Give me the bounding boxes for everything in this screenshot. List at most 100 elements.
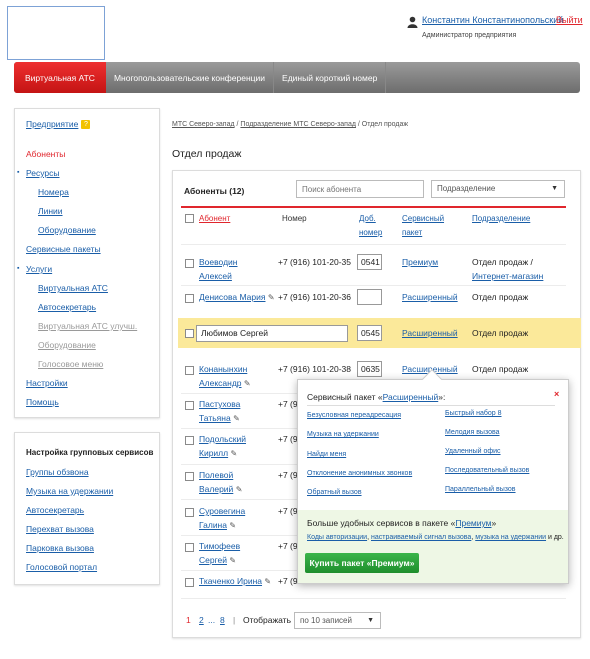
department-link[interactable]: Интернет-магазин bbox=[472, 270, 543, 283]
sidebar-item-virtual-pbx[interactable]: Виртуальная АТС bbox=[38, 283, 108, 293]
row-checkbox[interactable] bbox=[185, 259, 194, 268]
edit-pencil-icon[interactable]: ✎ bbox=[236, 485, 243, 494]
col-header-abonent[interactable]: Абонент bbox=[199, 214, 230, 223]
buy-premium-button[interactable]: Купить пакет «Премиум» bbox=[305, 553, 419, 573]
row-checkbox[interactable] bbox=[185, 508, 194, 517]
group-service-link[interactable]: Автосекретарь bbox=[26, 505, 84, 515]
breadcrumb-item[interactable]: МТС Северо-запад bbox=[172, 121, 235, 128]
abonent-name[interactable]: Кирилл ✎ bbox=[199, 447, 237, 460]
abonent-name-input[interactable]: Любимов Сергей bbox=[196, 325, 348, 342]
group-service-link[interactable]: Голосовой портал bbox=[26, 562, 97, 572]
service-link[interactable]: Последовательный вызов bbox=[445, 467, 529, 474]
abonent-name-link[interactable]: Галина bbox=[199, 520, 227, 530]
page-link[interactable]: 2 bbox=[199, 615, 204, 625]
sidebar-item-enterprise[interactable]: Предприятие? bbox=[26, 119, 91, 129]
row-checkbox[interactable] bbox=[185, 294, 194, 303]
sidebar-item-resources[interactable]: Ресурсы bbox=[26, 168, 60, 178]
page-link-last[interactable]: 8 bbox=[220, 615, 225, 625]
abonent-name[interactable]: Ткаченко Ирина ✎ bbox=[199, 575, 271, 588]
abonent-name[interactable]: Татьяна ✎ bbox=[199, 412, 240, 425]
sidebar-item-equipment[interactable]: Оборудование bbox=[38, 225, 96, 235]
abonent-name-link[interactable]: Кирилл bbox=[199, 448, 228, 458]
service-link[interactable]: Мелодия вызова bbox=[445, 429, 500, 436]
edit-pencil-icon[interactable]: ✎ bbox=[244, 379, 251, 388]
logout-link[interactable]: Выйти bbox=[556, 15, 583, 25]
row-checkbox[interactable] bbox=[185, 472, 194, 481]
ext-number-input[interactable]: 0541 bbox=[357, 254, 382, 270]
abonent-name[interactable]: Валерий ✎ bbox=[199, 483, 242, 496]
group-service-link[interactable]: Перехват вызова bbox=[26, 524, 94, 534]
abonent-name-link[interactable]: Алексей bbox=[199, 270, 232, 283]
abonent-name-link[interactable]: Ткаченко Ирина bbox=[199, 576, 262, 586]
service-link[interactable]: Музыка на удержании bbox=[307, 431, 379, 438]
abonent-name-link[interactable]: Александр bbox=[199, 378, 242, 388]
sidebar-item-help[interactable]: Помощь bbox=[26, 397, 59, 407]
abonent-name[interactable]: Галина ✎ bbox=[199, 519, 236, 532]
service-link[interactable]: Отклонение анонимных звонков bbox=[307, 470, 412, 477]
edit-pencil-icon[interactable]: ✎ bbox=[229, 521, 236, 530]
sidebar-item-voice-menu[interactable]: Голосовое меню bbox=[38, 359, 103, 369]
row-checkbox[interactable] bbox=[185, 578, 194, 587]
sidebar-item-virtual-pbx-plus[interactable]: Виртуальная АТС улучш. bbox=[38, 321, 137, 331]
feature-link[interactable]: настраиваемый сигнал вызова bbox=[371, 534, 471, 541]
sidebar-item-service-packages[interactable]: Сервисные пакеты bbox=[26, 244, 101, 254]
premium-link[interactable]: Премиум bbox=[455, 518, 491, 528]
sidebar-item-equipment-2[interactable]: Оборудование bbox=[38, 340, 96, 350]
sidebar-item-services[interactable]: Услуги bbox=[26, 264, 52, 274]
edit-pencil-icon[interactable]: ✎ bbox=[229, 556, 236, 565]
abonent-name-link[interactable]: Денисова Мария bbox=[199, 292, 266, 302]
col-header-ext-2[interactable]: номер bbox=[359, 228, 382, 237]
breadcrumb-item[interactable]: Подразделение МТС Северо-запад bbox=[240, 121, 356, 128]
package-link[interactable]: Расширенный bbox=[402, 291, 458, 304]
service-link[interactable]: Параллельный вызов bbox=[445, 486, 516, 493]
ext-number-input[interactable] bbox=[357, 289, 382, 305]
col-header-package[interactable]: Сервисный bbox=[402, 214, 444, 223]
abonent-name-link[interactable]: Татьяна bbox=[199, 413, 231, 423]
abonent-name-link[interactable]: Суровегина bbox=[199, 505, 245, 518]
service-link[interactable]: Безусловная переадресация bbox=[307, 412, 401, 419]
row-checkbox[interactable] bbox=[185, 366, 194, 375]
select-all-checkbox[interactable] bbox=[185, 214, 194, 223]
abonent-name[interactable]: Денисова Мария ✎ bbox=[199, 291, 275, 304]
row-checkbox[interactable] bbox=[185, 436, 194, 445]
abonent-name[interactable]: Александр ✎ bbox=[199, 377, 251, 390]
col-header-package-2[interactable]: пакет bbox=[402, 228, 422, 237]
edit-pencil-icon[interactable]: ✎ bbox=[230, 449, 237, 458]
package-name-link[interactable]: Расширенный bbox=[383, 392, 439, 402]
user-name-link[interactable]: Константин Константинопольский bbox=[422, 15, 563, 25]
abonent-name-link[interactable]: Воеводин bbox=[199, 256, 238, 269]
expand-bullet-icon[interactable]: ▪ bbox=[17, 169, 19, 176]
ext-number-input[interactable]: 0635 bbox=[357, 361, 382, 377]
edit-pencil-icon[interactable]: ✎ bbox=[264, 577, 271, 586]
abonent-name-link[interactable]: Валерий bbox=[199, 484, 233, 494]
group-service-link[interactable]: Музыка на удержании bbox=[26, 486, 113, 496]
edit-pencil-icon[interactable]: ✎ bbox=[233, 414, 240, 423]
tab-short-number[interactable]: Единый короткий номер bbox=[274, 62, 387, 93]
abonent-name-link[interactable]: Подольский bbox=[199, 433, 246, 446]
row-checkbox[interactable] bbox=[185, 543, 194, 552]
ext-number-input[interactable]: 0545 bbox=[357, 325, 382, 341]
sidebar-item-autosecretary[interactable]: Автосекретарь bbox=[38, 302, 96, 312]
service-link[interactable]: Удаленный офис bbox=[445, 448, 501, 455]
tab-conferences[interactable]: Многопользовательские конференции bbox=[106, 62, 275, 93]
row-checkbox[interactable] bbox=[185, 329, 194, 338]
close-icon[interactable]: × bbox=[554, 389, 559, 399]
help-badge-icon[interactable]: ? bbox=[81, 120, 91, 129]
sidebar-item-lines[interactable]: Линии bbox=[38, 206, 63, 216]
feature-link[interactable]: Коды авторизации bbox=[307, 534, 367, 541]
feature-link[interactable]: музыка на удержании bbox=[475, 534, 546, 541]
col-header-ext[interactable]: Доб. bbox=[359, 214, 376, 223]
edit-pencil-icon[interactable]: ✎ bbox=[268, 293, 275, 302]
abonent-name-link[interactable]: Конанынхин bbox=[199, 363, 247, 376]
service-link[interactable]: Быстрый набор 8 bbox=[445, 410, 502, 417]
sidebar-item-abonents[interactable]: Абоненты bbox=[26, 149, 65, 159]
row-checkbox[interactable] bbox=[185, 401, 194, 410]
abonent-name-link[interactable]: Тимофеев bbox=[199, 540, 240, 553]
abonent-name-link[interactable]: Пастухова bbox=[199, 398, 240, 411]
search-input[interactable] bbox=[296, 180, 424, 198]
expand-bullet-icon[interactable]: ▪ bbox=[17, 265, 19, 272]
department-select[interactable]: Подразделение ▼ bbox=[431, 180, 565, 198]
abonent-name-link[interactable]: Сергей bbox=[199, 555, 227, 565]
service-link[interactable]: Обратный вызов bbox=[307, 489, 362, 496]
abonent-name-link[interactable]: Полевой bbox=[199, 469, 233, 482]
